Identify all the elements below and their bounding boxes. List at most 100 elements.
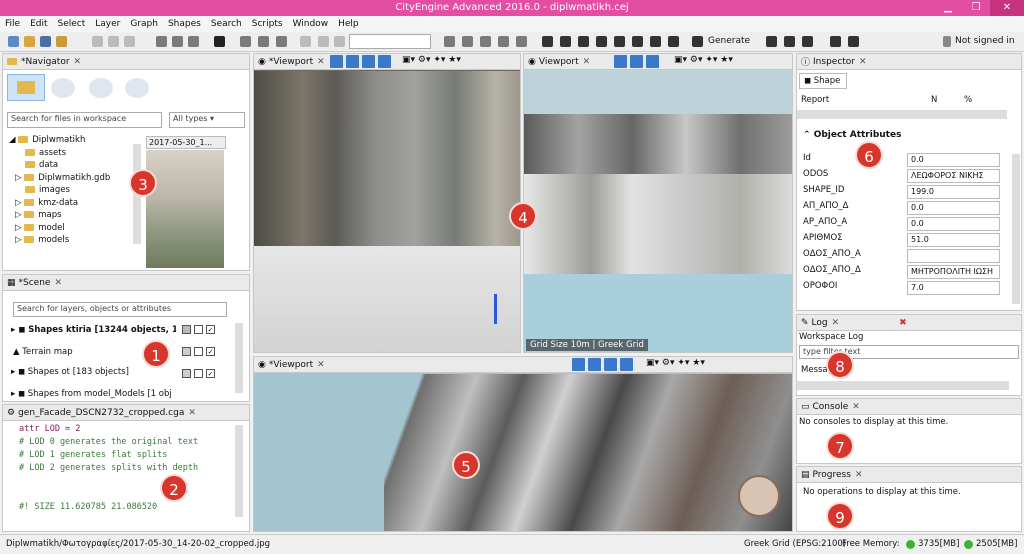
close-icon[interactable]: ✕ xyxy=(74,57,82,67)
menu-edit[interactable]: Edit xyxy=(25,19,52,29)
tree-item-maps[interactable]: ▷ maps xyxy=(9,209,141,222)
type-filter-select[interactable]: All types ▾ xyxy=(169,112,245,128)
viewport-3-controls[interactable]: ▣▾ ⚙▾ ✦▾ ★▾ xyxy=(646,358,705,368)
viewport-1-tab[interactable]: ◉ *Viewport ✕ ▣▾ ⚙▾ ✦▾ ★▾ xyxy=(254,54,520,70)
street-edit-icon[interactable] xyxy=(462,36,473,47)
attr-value[interactable]: ΜΗΤΡΟΠΟΛΙΤΗ ΙΩΣΗ xyxy=(907,265,1000,279)
shaded-icon[interactable] xyxy=(588,358,601,371)
attr-value[interactable]: 0.0 xyxy=(907,201,1000,215)
console-tab[interactable]: ▭ Console ✕ xyxy=(797,399,1021,415)
menu-shapes[interactable]: Shapes xyxy=(163,19,206,29)
pan-icon[interactable] xyxy=(240,36,251,47)
scene-search-input[interactable]: Search for layers, objects or attributes xyxy=(13,302,227,317)
navigator-tab[interactable]: *Navigator ✕ xyxy=(3,54,249,70)
light-icon[interactable] xyxy=(848,36,859,47)
menu-scripts[interactable]: Scripts xyxy=(247,19,288,29)
restore-icon[interactable]: ❐ xyxy=(962,0,990,16)
union-icon[interactable] xyxy=(614,36,625,47)
tree-root[interactable]: ◢ Diplwmatikh xyxy=(9,134,141,147)
zoom-icon[interactable] xyxy=(276,36,287,47)
texture-icon[interactable] xyxy=(650,36,661,47)
layer-toggles-3[interactable]: ✓ xyxy=(179,369,215,379)
menu-layer[interactable]: Layer xyxy=(90,19,125,29)
viewport-3[interactable]: ◉ *Viewport ✕ ▣▾ ⚙▾ ✦▾ ★▾ xyxy=(253,356,793,532)
layer-row-models[interactable]: ▸ ◼ Shapes from model_Models [1 obj xyxy=(11,389,176,401)
textured-icon[interactable] xyxy=(362,55,375,68)
tree-item-models[interactable]: ▷ models xyxy=(9,234,141,247)
close-icon[interactable]: ✕ xyxy=(990,0,1024,16)
attr-value[interactable] xyxy=(907,249,1000,263)
attr-value[interactable]: 7.0 xyxy=(907,281,1000,295)
viewport-3-tab[interactable]: ◉ *Viewport ✕ ▣▾ ⚙▾ ✦▾ ★▾ xyxy=(254,357,792,373)
portal-icon[interactable] xyxy=(51,78,75,98)
close-icon[interactable]: ✕ xyxy=(188,408,196,418)
select-icon[interactable] xyxy=(214,36,225,47)
attr-value[interactable]: ΛΕΩΦΟΡΟΣ ΝΙΚΗΣ xyxy=(907,169,1000,183)
inspector-tab[interactable]: ⓘ Inspector ✕ xyxy=(797,54,1021,70)
menu-search[interactable]: Search xyxy=(206,19,247,29)
menu-graph[interactable]: Graph xyxy=(125,19,163,29)
menu-select[interactable]: Select xyxy=(53,19,91,29)
viewport-1[interactable]: ◉ *Viewport ✕ ▣▾ ⚙▾ ✦▾ ★▾ xyxy=(253,53,521,353)
model-icon[interactable] xyxy=(668,36,679,47)
layer-toggles-1[interactable]: ✓ xyxy=(179,325,215,335)
wireframe-icon[interactable] xyxy=(330,55,343,68)
shaded-icon[interactable] xyxy=(346,55,359,68)
cut-icon[interactable] xyxy=(92,36,103,47)
toolbar-search-input[interactable] xyxy=(349,34,431,49)
close-icon[interactable]: ✕ xyxy=(832,318,840,328)
menu-help[interactable]: Help xyxy=(333,19,364,29)
attr-value[interactable]: 0.0 xyxy=(907,217,1000,231)
textured-icon[interactable] xyxy=(646,55,659,68)
export-icon[interactable] xyxy=(56,36,67,47)
close-icon[interactable]: ✕ xyxy=(855,470,863,480)
viewport-2[interactable]: ◉ Viewport ✕ ▣▾ ⚙▾ ✦▾ ★▾ Grid Size 10m | G… xyxy=(523,53,793,353)
layer-row-terrain[interactable]: ▲ Terrain map xyxy=(13,347,73,357)
cube-icon[interactable] xyxy=(578,36,589,47)
clear-log-icon[interactable]: ✖ xyxy=(899,318,907,328)
tree-item-gdb[interactable]: ▷ Diplwmatikh.gdb xyxy=(9,172,141,185)
split-icon[interactable] xyxy=(596,36,607,47)
lit-icon[interactable] xyxy=(378,55,391,68)
paste-icon[interactable] xyxy=(124,36,135,47)
rotate-icon[interactable] xyxy=(172,36,183,47)
log-scrollbar[interactable] xyxy=(797,381,1009,390)
cloud-icon[interactable] xyxy=(125,78,149,98)
attr-icon[interactable] xyxy=(802,36,813,47)
menu-file[interactable]: File xyxy=(0,19,25,29)
tree-item-assets[interactable]: assets xyxy=(9,147,141,160)
tree-item-data[interactable]: data xyxy=(9,159,141,172)
snap-icon[interactable] xyxy=(300,36,311,47)
tree-item-kmz[interactable]: ▷ kmz-data xyxy=(9,197,141,210)
close-icon[interactable]: ✕ xyxy=(317,360,325,370)
measure-icon[interactable] xyxy=(318,36,329,47)
new-icon[interactable] xyxy=(8,36,19,47)
report-scrollbar[interactable] xyxy=(797,110,1007,119)
sun-icon[interactable] xyxy=(830,36,841,47)
close-icon[interactable]: ✕ xyxy=(583,57,591,67)
save-icon[interactable] xyxy=(40,36,51,47)
gizmo-axis-icon[interactable] xyxy=(494,294,497,324)
checker-icon[interactable] xyxy=(632,36,643,47)
signin-status[interactable]: Not signed in xyxy=(955,36,1015,46)
close-icon[interactable]: ✕ xyxy=(859,57,867,67)
inspector-scrollbar[interactable] xyxy=(1012,154,1020,304)
editor-scrollbar[interactable] xyxy=(235,425,243,517)
progress-tab[interactable]: ▤ Progress ✕ xyxy=(797,467,1021,483)
tree-item-model[interactable]: ▷ model xyxy=(9,222,141,235)
lit-icon[interactable] xyxy=(620,358,633,371)
frame-icon[interactable] xyxy=(258,36,269,47)
cleanup-icon[interactable] xyxy=(480,36,491,47)
open-icon[interactable] xyxy=(24,36,35,47)
attr-value[interactable]: 51.0 xyxy=(907,233,1000,247)
lot-icon[interactable] xyxy=(516,36,527,47)
object-attributes-header[interactable]: ⌃ Object Attributes xyxy=(803,130,901,140)
generate-button[interactable]: Generate xyxy=(708,36,750,46)
viewport-2-tab[interactable]: ◉ Viewport ✕ ▣▾ ⚙▾ ✦▾ ★▾ xyxy=(524,54,792,70)
layer-row-ktiria[interactable]: ▸ ◼ Shapes ktiria [13244 objects, 1 se xyxy=(11,325,176,335)
layer-toggles-2[interactable]: ✓ xyxy=(179,347,215,357)
street-icon[interactable] xyxy=(444,36,455,47)
log-tab[interactable]: ✎ Log ✕ ✖ xyxy=(797,315,1021,331)
shape-tab[interactable]: ◼ Shape xyxy=(799,73,847,89)
group-icon[interactable] xyxy=(89,78,113,98)
